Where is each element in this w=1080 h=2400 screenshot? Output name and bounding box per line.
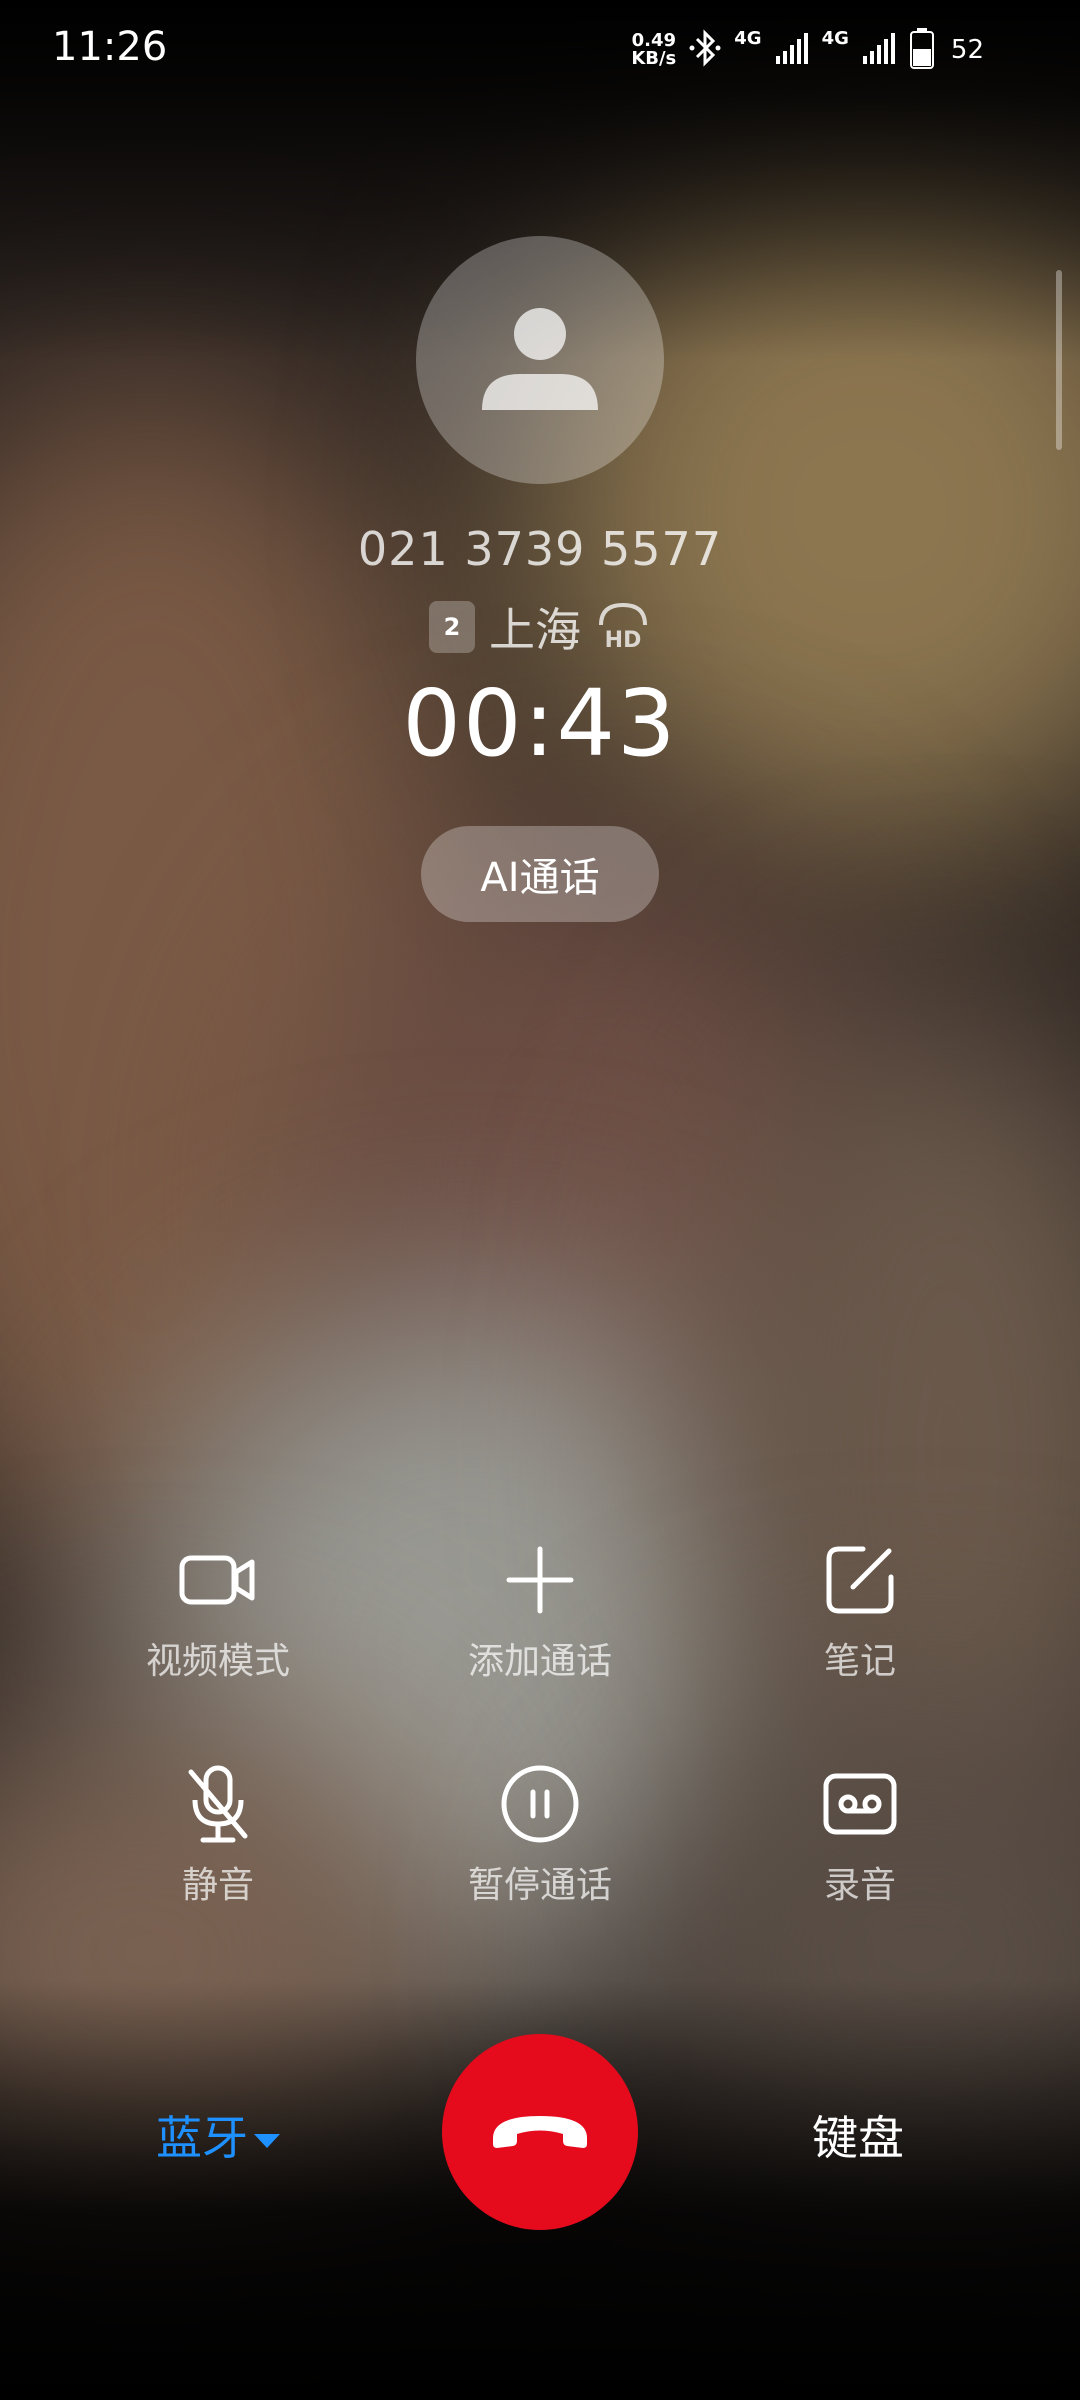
ai-call-button[interactable]: AI通话 [421,826,659,922]
video-mode-button[interactable]: 视频模式 [88,1540,348,1684]
add-call-label: 添加通话 [467,1641,612,1682]
bluetooth-audio-selector[interactable]: 蓝牙 [156,2102,282,2168]
record-icon [820,1764,900,1844]
status-bar: 11:26 0.49 KB/s 4G 4G 52 [0,0,1080,100]
battery-level: 52 [950,35,984,65]
status-time: 11:26 [52,24,168,70]
sim2-network-type: 4G [821,28,849,49]
person-icon [480,298,600,422]
end-call-button[interactable] [442,2034,638,2230]
video-mode-label: 视频模式 [145,1641,290,1682]
caller-location: 上海 [489,603,581,657]
network-speed: 0.49 KB/s [631,30,677,69]
notes-button[interactable]: 笔记 [730,1540,990,1684]
video-icon [178,1540,258,1620]
sim1-network-type: 4G [734,28,762,49]
hold-button[interactable]: 暂停通话 [410,1764,670,1908]
record-button[interactable]: 录音 [730,1764,990,1908]
contact-avatar [416,236,664,484]
note-icon [820,1540,900,1620]
dropdown-icon [252,2108,282,2162]
notes-label: 笔记 [823,1641,896,1682]
phone-number: 021 3739 5577 [357,522,723,576]
keypad-button[interactable]: 键盘 [812,2102,904,2168]
pause-icon [500,1764,580,1844]
scroll-indicator [1056,270,1062,450]
mute-button[interactable]: 静音 [88,1764,348,1908]
end-call-icon [485,2100,595,2164]
record-label: 录音 [823,1865,896,1906]
bluetooth-label: 蓝牙 [156,2111,248,2165]
hd-icon: HD [595,601,651,653]
mic-off-icon [178,1764,258,1844]
hold-label: 暂停通话 [467,1865,612,1906]
call-timer: 00:43 [402,670,678,777]
status-icons: 0.49 KB/s 4G 4G 52 [631,26,984,74]
mute-label: 静音 [181,1865,254,1906]
add-call-button[interactable]: 添加通话 [410,1540,670,1684]
signal-icon [774,30,810,70]
sim-slot-badge: 2 [429,601,475,653]
battery-icon [909,27,935,73]
signal-icon [861,30,897,70]
caller-location-row: 2 上海 HD [0,594,1080,660]
plus-icon [500,1540,580,1620]
bluetooth-icon [688,28,722,72]
svg-text:HD: HD [605,628,642,649]
